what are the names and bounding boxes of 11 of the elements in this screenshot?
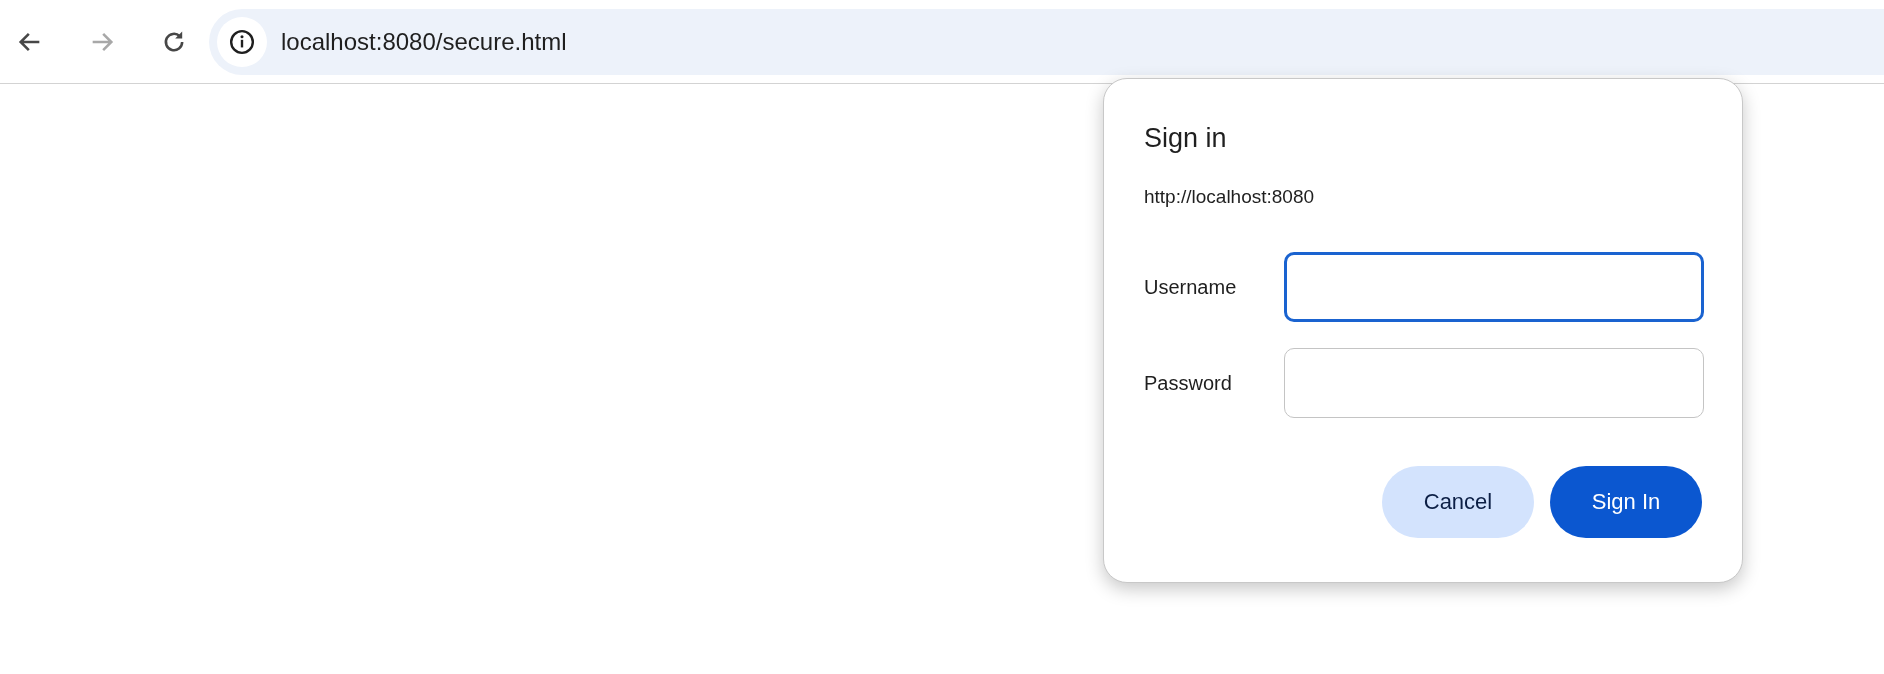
site-origin: http://localhost:8080: [1144, 186, 1316, 208]
sign-in-button[interactable]: Sign In: [1550, 466, 1702, 538]
input-field[interactable]: [1284, 348, 1704, 418]
input-field[interactable]: [1284, 252, 1704, 322]
field-label: Password: [1144, 371, 1233, 395]
info-icon[interactable]: [229, 28, 255, 55]
url-text: localhost:8080/secure.html: [281, 27, 567, 56]
cancel-button[interactable]: Cancel: [1382, 466, 1534, 538]
dialog-title: Sign in: [1144, 123, 1228, 154]
address-bar[interactable]: localhost:8080/secure.html: [209, 8, 1884, 75]
field-label: Username: [1144, 275, 1238, 299]
